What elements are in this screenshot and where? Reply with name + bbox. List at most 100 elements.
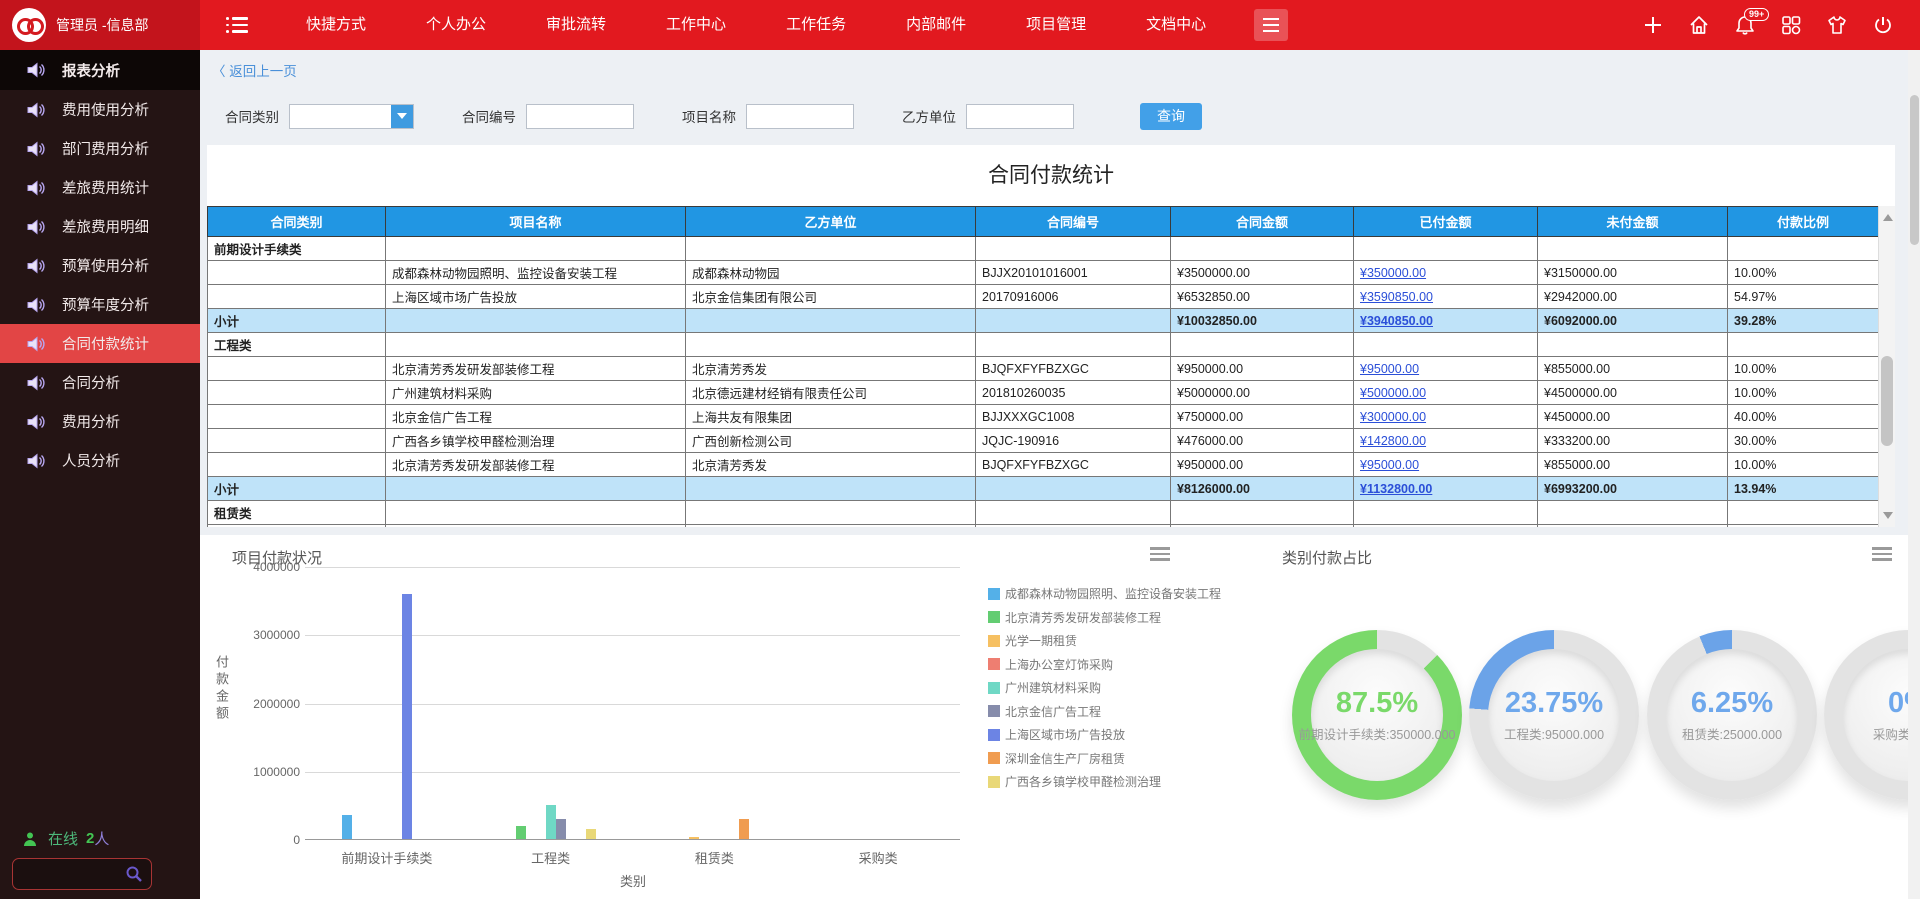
nav-item-内部邮件[interactable]: 内部邮件	[876, 0, 996, 50]
cell: ¥855000.00	[1538, 357, 1728, 381]
cell	[1354, 333, 1538, 357]
legend-swatch	[988, 729, 1000, 741]
sidebar-item-合同付款统计[interactable]: 合同付款统计	[0, 324, 200, 363]
cell	[1728, 237, 1879, 261]
paid-amount-link[interactable]: ¥95000.00	[1360, 362, 1419, 376]
paid-amount-link[interactable]: ¥1132800.00	[1360, 482, 1432, 496]
legend-item[interactable]: 深圳金信生产厂房租赁	[988, 750, 1221, 767]
sidebar-item-合同分析[interactable]: 合同分析	[0, 363, 200, 402]
theme-shirt-icon[interactable]	[1826, 14, 1848, 36]
query-button[interactable]: 查询	[1140, 103, 1202, 130]
bar-chart-menu-icon[interactable]	[1150, 547, 1170, 561]
page-scroll-thumb[interactable]	[1910, 95, 1919, 245]
table-row: 北京清芳秀发研发部装修工程北京清芳秀发BJQFXFYFBZXGC¥950000.…	[208, 357, 1879, 381]
cell: 北京慧光电器公司	[686, 525, 976, 528]
bar-上海区域市场广告投放[interactable]	[402, 594, 412, 839]
sidebar-item-报表分析[interactable]: 报表分析	[0, 50, 200, 90]
paid-amount-link[interactable]: ¥500000.00	[1360, 386, 1426, 400]
sidebar-item-差旅费用统计[interactable]: 差旅费用统计	[0, 168, 200, 207]
bar-北京金信广告工程[interactable]	[556, 819, 566, 839]
bar-深圳金信生产厂房租赁[interactable]	[739, 819, 749, 839]
notifications-bell-icon[interactable]: 99+	[1734, 14, 1756, 36]
filter-input-乙方单位[interactable]	[966, 104, 1074, 129]
legend-label: 深圳金信生产厂房租赁	[1005, 750, 1125, 767]
bar-光学一期租赁[interactable]	[689, 837, 699, 839]
dropdown-arrow-icon[interactable]	[391, 105, 413, 128]
cell: 广西各乡镇学校甲醛检测治理	[386, 429, 686, 453]
paid-amount-link[interactable]: ¥142800.00	[1360, 434, 1426, 448]
cell: 20170916006	[976, 285, 1171, 309]
donut-gauge-租赁类:25000.000[interactable]: 6.25%租赁类:25000.000	[1647, 630, 1817, 800]
sidebar-item-人员分析[interactable]: 人员分析	[0, 441, 200, 480]
nav-item-快捷方式[interactable]: 快捷方式	[276, 0, 396, 50]
legend-item[interactable]: 成都森林动物园照明、监控设备安装工程	[988, 585, 1221, 602]
sidebar-item-费用使用分析[interactable]: 费用使用分析	[0, 90, 200, 129]
bar-成都森林动物园照明、监控设备安装工程[interactable]	[342, 815, 352, 839]
search-icon[interactable]	[125, 865, 143, 883]
apps-grid-icon[interactable]	[1780, 14, 1802, 36]
cell: 北京德远建材经销有限责任公司	[686, 381, 976, 405]
nav-item-项目管理[interactable]: 项目管理	[996, 0, 1116, 50]
nav-item-个人办公[interactable]: 个人办公	[396, 0, 516, 50]
legend-item[interactable]: 北京金信广告工程	[988, 703, 1221, 720]
donut-gauge-采购类:0.000[interactable]: 0%采购类:0.000	[1824, 630, 1920, 800]
bar-北京清芳秀发研发部装修工程[interactable]	[516, 826, 526, 839]
paid-amount-link[interactable]: ¥3590850.00	[1360, 290, 1433, 304]
filter-bar: 合同类别合同编号项目名称乙方单位查询	[200, 88, 1910, 144]
add-icon[interactable]	[1642, 14, 1664, 36]
sidebar-item-预算使用分析[interactable]: 预算使用分析	[0, 246, 200, 285]
cell: 13.94%	[1728, 477, 1879, 501]
paid-amount-link[interactable]: ¥3940850.00	[1360, 314, 1433, 328]
logout-power-icon[interactable]	[1872, 14, 1894, 36]
cell: 10.00%	[1728, 381, 1879, 405]
nav-item-工作任务[interactable]: 工作任务	[756, 0, 876, 50]
table-scroll-thumb[interactable]	[1881, 356, 1893, 446]
x-axis-title: 类别	[620, 871, 646, 890]
donut-gauge-前期设计手续类:350000.000[interactable]: 87.5%前期设计手续类:350000.000	[1292, 630, 1462, 800]
legend-swatch	[988, 776, 1000, 788]
sidebar-item-差旅费用明细[interactable]: 差旅费用明细	[0, 207, 200, 246]
sidebar-search-input[interactable]	[13, 867, 125, 882]
scroll-down-arrow-icon[interactable]	[1883, 512, 1893, 524]
legend-item[interactable]: 广州建筑材料采购	[988, 679, 1221, 696]
sidebar-item-预算年度分析[interactable]: 预算年度分析	[0, 285, 200, 324]
cell: ¥6092000.00	[1538, 309, 1728, 333]
legend-item[interactable]: 光学一期租赁	[988, 632, 1221, 649]
home-icon[interactable]	[1688, 14, 1710, 36]
sidebar-item-费用分析[interactable]: 费用分析	[0, 402, 200, 441]
cell: 上海共友有限集团	[686, 405, 976, 429]
filter-input-合同编号[interactable]	[526, 104, 634, 129]
column-header-乙方单位: 乙方单位	[686, 207, 976, 237]
more-menus-button[interactable]	[1254, 9, 1288, 41]
sidebar-toggle-icon[interactable]	[226, 17, 248, 33]
bar-广州建筑材料采购[interactable]	[546, 805, 556, 839]
legend-item[interactable]: 上海区域市场广告投放	[988, 726, 1221, 743]
cell: ¥950000.00	[1171, 453, 1354, 477]
top-icons: 99+	[1642, 14, 1920, 36]
legend-item[interactable]: 广西各乡镇学校甲醛检测治理	[988, 773, 1221, 790]
paid-amount-link[interactable]: ¥95000.00	[1360, 458, 1419, 472]
legend-item[interactable]: 北京清芳秀发研发部装修工程	[988, 609, 1221, 626]
donut-gauge-工程类:95000.000[interactable]: 23.75%工程类:95000.000	[1469, 630, 1639, 800]
brand-area: 管理员 -信息部	[0, 0, 200, 50]
legend-item[interactable]: 上海办公室灯饰采购	[988, 656, 1221, 673]
filter-input-项目名称[interactable]	[746, 104, 854, 129]
bar-广西各乡镇学校甲醛检测治理[interactable]	[586, 829, 596, 839]
donut-inner: 23.75%工程类:95000.000	[1488, 649, 1620, 781]
donut-label: 租赁类:25000.000	[1682, 724, 1782, 743]
paid-amount-link[interactable]: ¥350000.00	[1360, 266, 1426, 280]
legend-label: 光学一期租赁	[1005, 632, 1077, 649]
paid-amount-link[interactable]: ¥300000.00	[1360, 410, 1426, 424]
nav-item-工作中心[interactable]: 工作中心	[636, 0, 756, 50]
nav-item-审批流转[interactable]: 审批流转	[516, 0, 636, 50]
page-scrollbar[interactable]	[1908, 50, 1920, 899]
online-label: 在线	[48, 828, 78, 849]
nav-item-文档中心[interactable]: 文档中心	[1116, 0, 1236, 50]
scroll-up-arrow-icon[interactable]	[1883, 209, 1893, 221]
donut-panel-menu-icon[interactable]	[1872, 547, 1892, 561]
cell	[1171, 333, 1354, 357]
back-link[interactable]: 〈 返回上一页	[212, 60, 297, 80]
sidebar-item-部门费用分析[interactable]: 部门费用分析	[0, 129, 200, 168]
table-scrollbar[interactable]	[1878, 206, 1895, 527]
filter-select-合同类别[interactable]	[289, 104, 414, 129]
